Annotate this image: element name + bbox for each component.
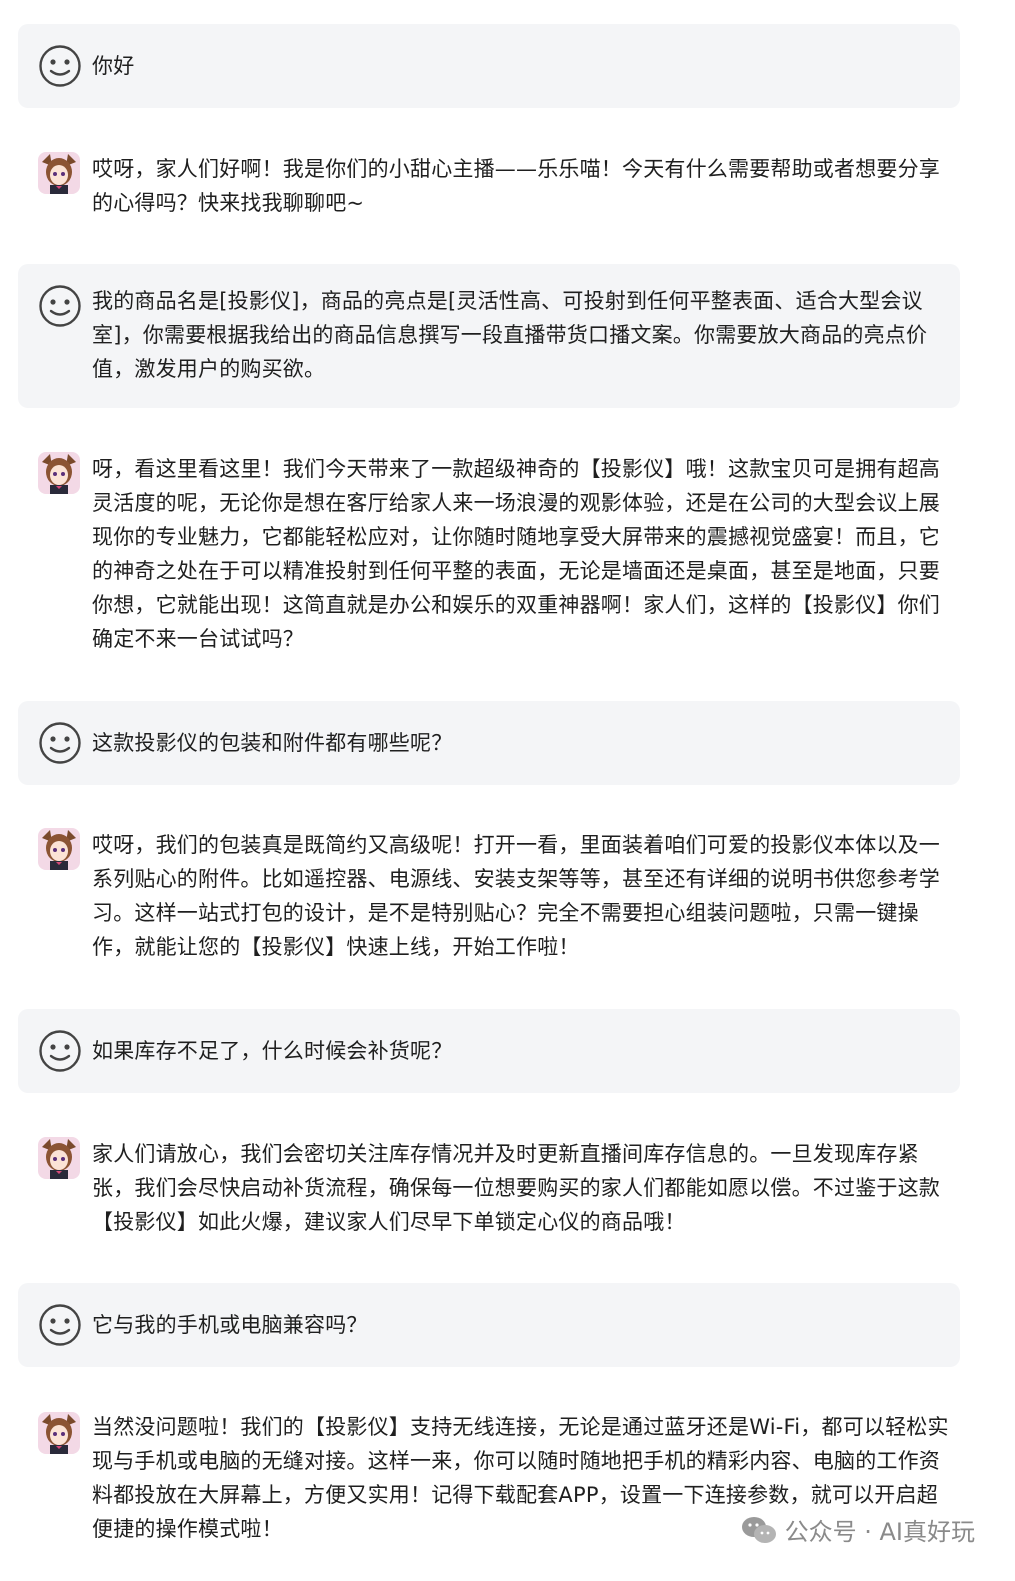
message-text: 哎呀，家人们好啊！我是你们的小甜心主播——乐乐喵！今天有什么需要帮助或者想要分享… bbox=[92, 157, 940, 215]
assistant-message: 呀，看这里看这里！我们今天带来了一款超级神奇的【投影仪】哦！这款宝贝可是拥有超高… bbox=[18, 440, 960, 670]
watermark-text: 公众号 · AI真好玩 bbox=[784, 1518, 975, 1546]
user-message: 你好 bbox=[18, 24, 960, 108]
user-message: 如果库存不足了，什么时候会补货呢？ bbox=[18, 1009, 960, 1093]
assistant-message: 家人们请放心，我们会密切关注库存情况并及时更新直播间库存信息的。一旦发现库存紧张… bbox=[18, 1125, 960, 1249]
message-text: 这款投影仪的包装和附件都有哪些呢？ bbox=[92, 731, 453, 755]
anime-avatar-icon bbox=[38, 1412, 80, 1454]
user-message: 它与我的手机或电脑兼容吗？ bbox=[18, 1283, 960, 1367]
user-message: 我的商品名是[投影仪]，商品的亮点是[灵活性高、可投射到任何平整表面、适合大型会… bbox=[18, 264, 960, 408]
user-smiley-icon bbox=[38, 284, 82, 328]
assistant-message: 哎呀，家人们好啊！我是你们的小甜心主播——乐乐喵！今天有什么需要帮助或者想要分享… bbox=[18, 140, 960, 230]
anime-avatar-icon bbox=[38, 828, 80, 870]
anime-avatar-icon bbox=[38, 452, 80, 494]
message-text: 我的商品名是[投影仪]，商品的亮点是[灵活性高、可投射到任何平整表面、适合大型会… bbox=[92, 289, 928, 381]
message-text: 如果库存不足了，什么时候会补货呢？ bbox=[92, 1039, 453, 1063]
wechat-logo-icon bbox=[741, 1515, 777, 1545]
user-smiley-icon bbox=[38, 721, 82, 765]
message-text: 它与我的手机或电脑兼容吗？ bbox=[92, 1313, 368, 1337]
user-smiley-icon bbox=[38, 44, 82, 88]
anime-avatar-icon bbox=[38, 1137, 80, 1179]
user-message: 这款投影仪的包装和附件都有哪些呢？ bbox=[18, 701, 960, 785]
message-text: 呀，看这里看这里！我们今天带来了一款超级神奇的【投影仪】哦！这款宝贝可是拥有超高… bbox=[92, 457, 940, 651]
message-text: 家人们请放心，我们会密切关注库存情况并及时更新直播间库存信息的。一旦发现库存紧张… bbox=[92, 1142, 940, 1234]
watermark: 公众号 · AI真好玩 bbox=[741, 1512, 975, 1547]
user-smiley-icon bbox=[38, 1029, 82, 1073]
assistant-message: 哎呀，我们的包装真是既简约又高级呢！打开一看，里面装着咱们可爱的投影仪本体以及一… bbox=[18, 816, 960, 976]
user-smiley-icon bbox=[38, 1303, 82, 1347]
message-text: 哎呀，我们的包装真是既简约又高级呢！打开一看，里面装着咱们可爱的投影仪本体以及一… bbox=[92, 833, 940, 959]
anime-avatar-icon bbox=[38, 152, 80, 194]
message-text: 你好 bbox=[92, 54, 135, 78]
